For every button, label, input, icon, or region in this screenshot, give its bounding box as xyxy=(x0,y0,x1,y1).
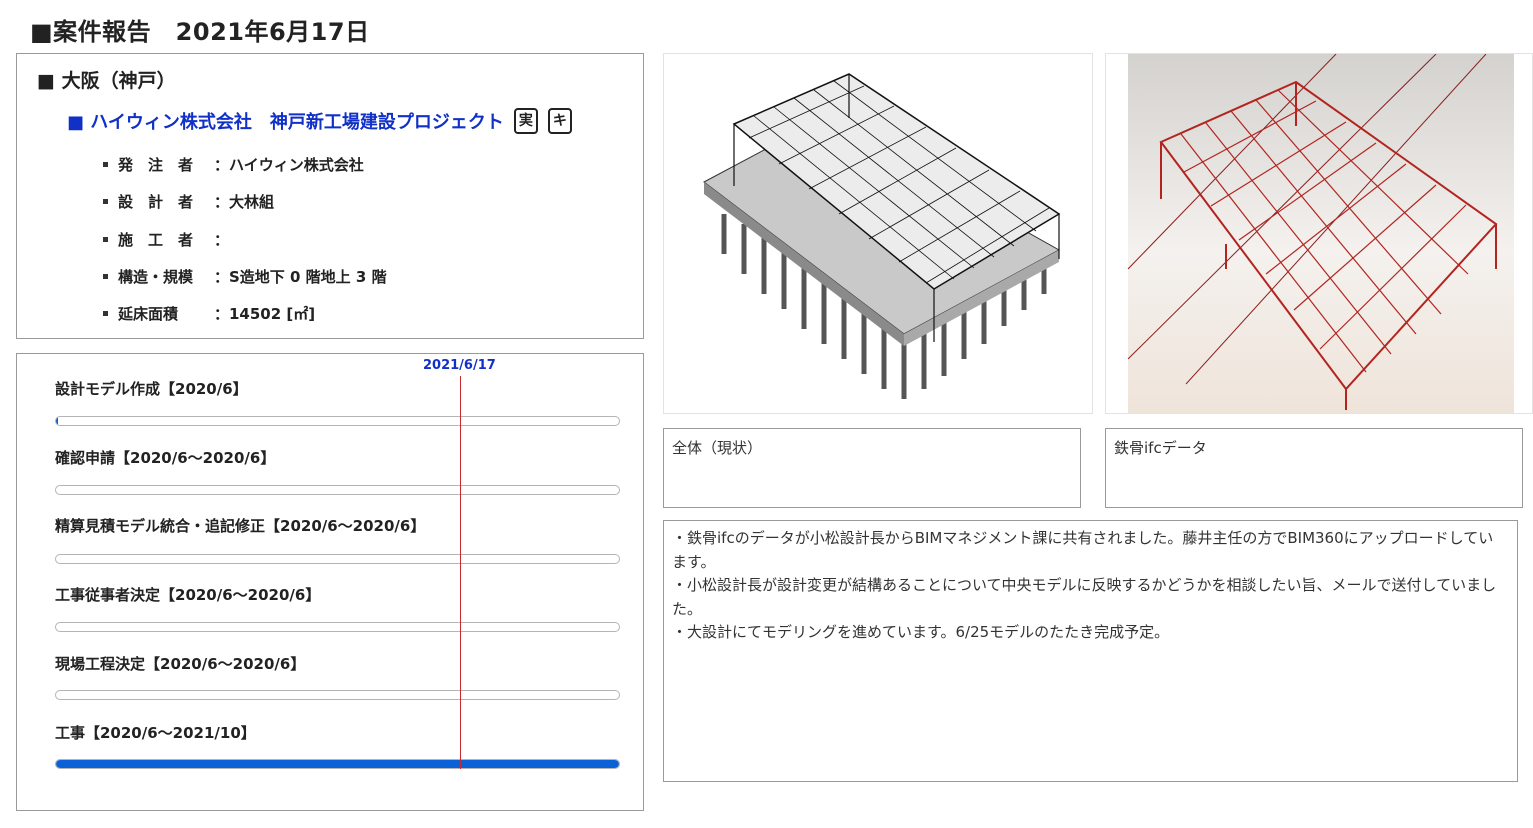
task-label: 現場工程決定【2020/6～2020/6】 xyxy=(55,655,306,673)
caption-text: 全体（現状） xyxy=(672,439,763,457)
caption-text: 鉄骨ifcデータ xyxy=(1114,439,1207,457)
project-info-panel: ■ 大阪（神戸） ■ ハイウィン株式会社 神戸新工場建設プロジェクト 実 キ 発… xyxy=(16,53,644,339)
project-row: ■ ハイウィン株式会社 神戸新工場建設プロジェクト 実 キ xyxy=(67,108,572,134)
detail-label: 設 計 者 xyxy=(118,193,194,211)
task-label: 確認申請【2020/6～2020/6】 xyxy=(55,449,276,467)
bullet-icon xyxy=(103,237,108,242)
bullet-icon xyxy=(103,311,108,316)
detail-label: 施 工 者 xyxy=(118,231,194,249)
task-label: 精算見積モデル統合・追記修正【2020/6～2020/6】 xyxy=(55,517,426,535)
detail-client: 発 注 者 ：ハイウィン株式会社 xyxy=(103,154,364,175)
detail-designer: 設 計 者 ：大林組 xyxy=(103,191,274,212)
caption-box-steel: 鉄骨ifcデータ xyxy=(1105,428,1523,508)
detail-value: ：S造地下 0 階地上 3 階 xyxy=(214,268,387,286)
project-title-link[interactable]: ■ ハイウィン株式会社 神戸新工場建設プロジェクト xyxy=(67,108,504,134)
progress-fill xyxy=(56,760,619,768)
bullet-icon xyxy=(103,162,108,167)
detail-value: ：ハイウィン株式会社 xyxy=(214,156,364,174)
building-wireframe-image xyxy=(703,73,1061,399)
detail-label: 構造・規模 xyxy=(118,268,194,286)
detail-contractor: 施 工 者 ： xyxy=(103,229,229,250)
progress-bar xyxy=(55,554,620,564)
progress-bar xyxy=(55,485,620,495)
steel-frame-image xyxy=(1127,54,1514,413)
progress-fill xyxy=(56,417,59,425)
tag-button-ki[interactable]: キ xyxy=(547,108,572,134)
detail-value: ：大林組 xyxy=(214,193,275,211)
detail-label: 発 注 者 xyxy=(118,156,194,174)
caption-box-overall: 全体（現状） xyxy=(663,428,1081,508)
notes-box: ・鉄骨ifcのデータが小松設計長からBIMマネジメント課に共有されました。藤井主… xyxy=(663,520,1518,782)
notes-text: ・鉄骨ifcのデータが小松設計長からBIMマネジメント課に共有されました。藤井主… xyxy=(672,529,1497,641)
task-label: 設計モデル作成【2020/6】 xyxy=(55,380,248,398)
region-heading: ■ 大阪（神戸） xyxy=(37,70,176,92)
today-marker-label: 2021/6/17 xyxy=(423,358,496,373)
progress-bar xyxy=(55,690,620,700)
bullet-icon xyxy=(103,274,108,279)
model-image-overall[interactable] xyxy=(663,53,1093,414)
model-image-steel-ifc[interactable] xyxy=(1105,53,1533,414)
detail-floor-area: 延床面積 ：14502 [㎡] xyxy=(103,303,315,324)
bullet-icon xyxy=(103,199,108,204)
progress-bar xyxy=(55,416,620,426)
detail-value: ： xyxy=(214,231,230,249)
schedule-panel: 2021/6/17 設計モデル作成【2020/6】 確認申請【2020/6～20… xyxy=(16,353,644,811)
progress-bar xyxy=(55,759,620,769)
tag-button-jitsu[interactable]: 実 xyxy=(513,108,538,134)
task-label: 工事【2020/6～2021/10】 xyxy=(55,724,256,742)
progress-bar xyxy=(55,622,620,632)
detail-label: 延床面積 xyxy=(118,305,179,323)
today-marker-line xyxy=(460,376,461,769)
detail-structure: 構造・規模 ：S造地下 0 階地上 3 階 xyxy=(103,266,387,287)
detail-value: ：14502 [㎡] xyxy=(214,305,316,323)
page-title: ■案件報告 2021年6月17日 xyxy=(30,18,370,46)
task-label: 工事従事者決定【2020/6～2020/6】 xyxy=(55,586,321,604)
